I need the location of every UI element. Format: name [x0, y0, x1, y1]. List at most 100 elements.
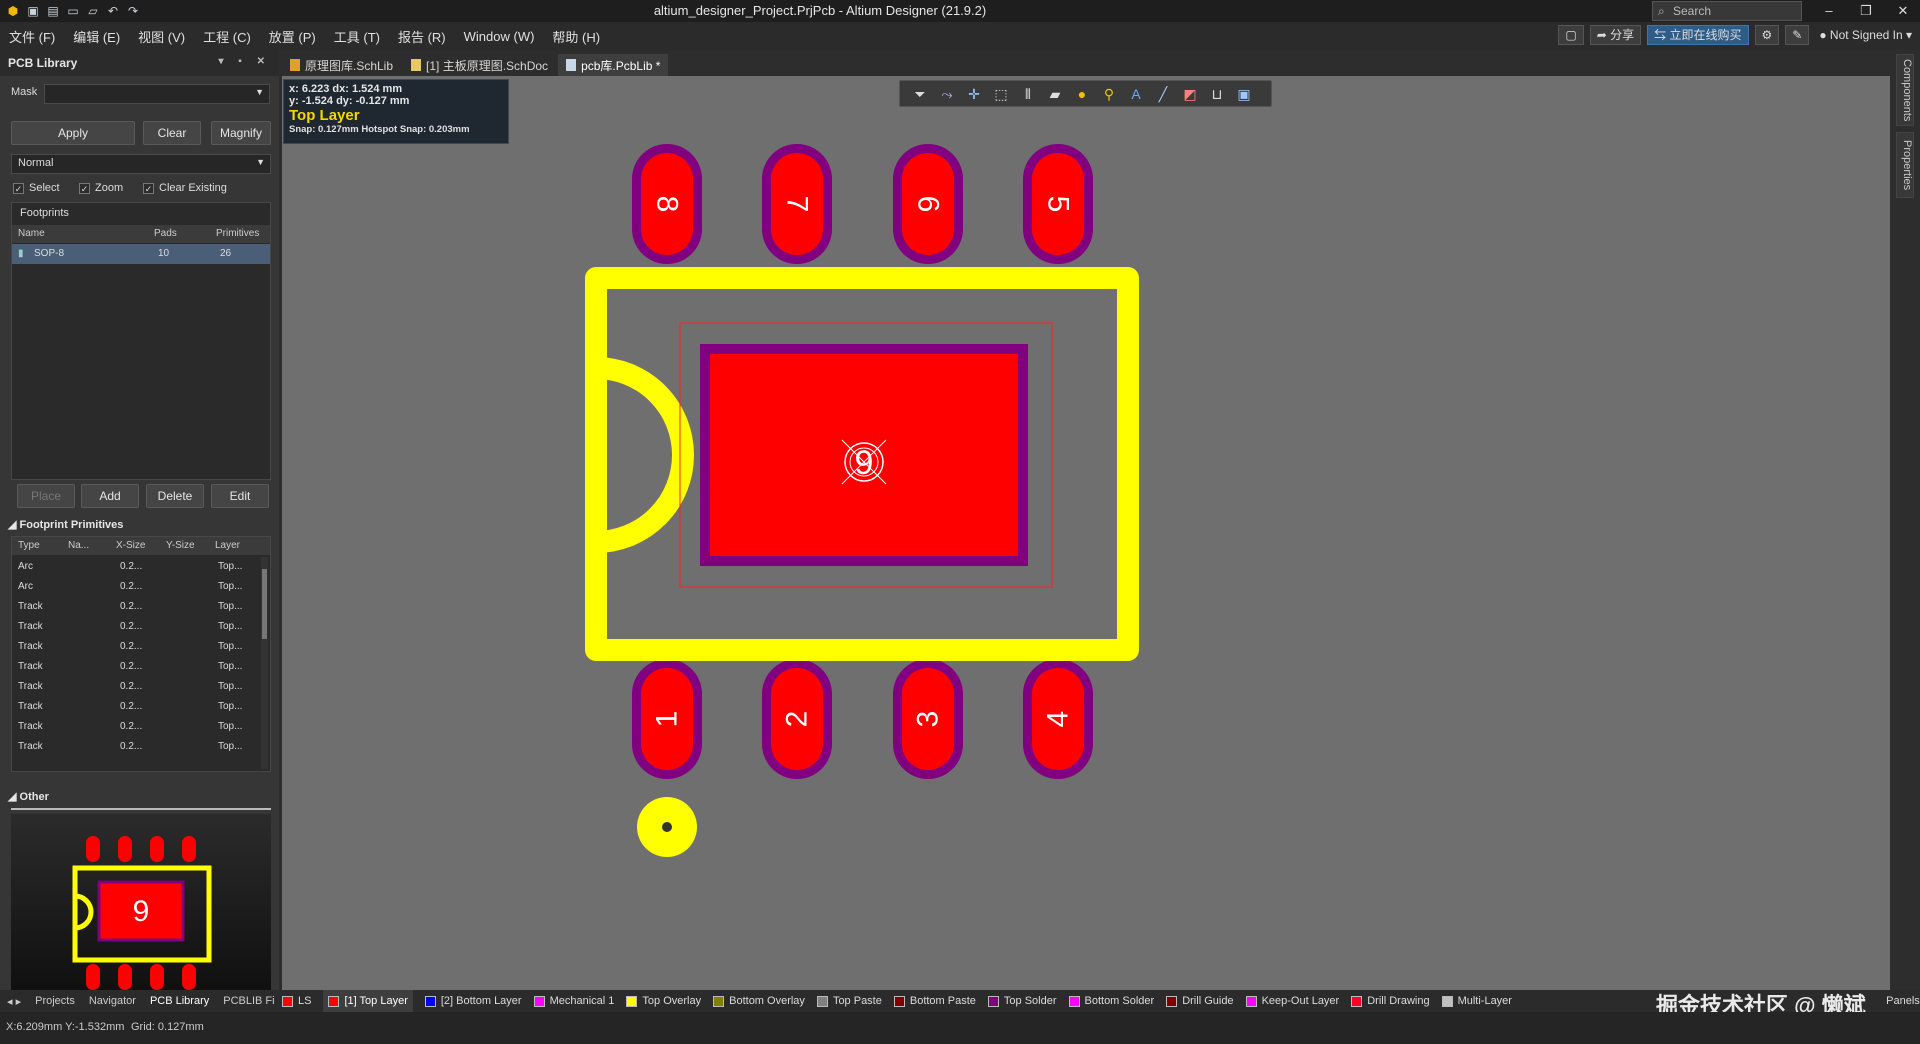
- primitive-row[interactable]: Track 0.2... Top...: [12, 697, 270, 717]
- minimize-button[interactable]: –: [1812, 0, 1846, 22]
- title-bar: ⬢ ▣ ▤ ▭ ▱ ↶ ↷ altium_designer_Project.Pr…: [0, 0, 1920, 22]
- pad[interactable]: 2: [762, 659, 832, 779]
- buy-online-button[interactable]: ⇆ 立即在线购买: [1647, 25, 1749, 45]
- menu-tools[interactable]: 工具 (T): [325, 27, 389, 46]
- layer-tab[interactable]: Top Solder: [987, 990, 1057, 1012]
- primitive-row[interactable]: Track 0.2... Top...: [12, 717, 270, 737]
- magnify-button[interactable]: Magnify: [211, 121, 271, 145]
- menu-reports[interactable]: 报告 (R): [389, 27, 455, 46]
- footprint-primitives-section[interactable]: ◢ Footprint Primitives: [0, 514, 279, 534]
- tab-pcb-library[interactable]: PCB Library: [143, 995, 216, 1007]
- zoom-checkbox[interactable]: ✓ Zoom: [79, 182, 123, 194]
- place-button[interactable]: Place: [17, 484, 75, 508]
- primitives-header: Type Na... X-Size Y-Size Layer: [12, 537, 270, 555]
- layer-tab[interactable]: LS: [282, 990, 311, 1012]
- col-primitives[interactable]: Primitives: [216, 228, 259, 239]
- pcb-canvas[interactable]: x: 6.223 dx: 1.524 mm y: -1.524 dy: -0.1…: [282, 76, 1890, 990]
- clear-button[interactable]: Clear: [143, 121, 201, 145]
- user-account-button[interactable]: ● Not Signed In ▾: [1815, 28, 1916, 42]
- menu-edit[interactable]: 编辑 (E): [64, 27, 129, 46]
- layer-tab[interactable]: Drill Guide: [1166, 990, 1234, 1012]
- filter-mode-select[interactable]: Normal ▼: [11, 154, 271, 174]
- layer-tab[interactable]: Bottom Solder: [1068, 990, 1154, 1012]
- tab-navigator[interactable]: Navigator: [82, 995, 143, 1007]
- layer-tab[interactable]: Bottom Paste: [893, 990, 976, 1012]
- menu-help[interactable]: 帮助 (H): [543, 27, 609, 46]
- footprint-row[interactable]: ▮ SOP-8 10 26: [12, 244, 270, 264]
- primitive-row[interactable]: Arc 0.2... Top...: [12, 577, 270, 597]
- user-label: Not Signed In: [1829, 28, 1903, 42]
- add-button[interactable]: Add: [81, 484, 139, 508]
- menu-window[interactable]: Window (W): [455, 29, 544, 44]
- pad[interactable]: 7: [762, 144, 832, 264]
- pad[interactable]: 8: [632, 144, 702, 264]
- mask-input[interactable]: ▼: [44, 84, 270, 104]
- maximize-button[interactable]: ❐: [1849, 0, 1883, 22]
- layer-name: Top Overlay: [642, 995, 702, 1007]
- col-x-size[interactable]: X-Size: [116, 540, 145, 551]
- search-input[interactable]: ⌕ Search: [1652, 1, 1802, 21]
- col-y-size[interactable]: Y-Size: [166, 540, 195, 551]
- primitive-row[interactable]: Track 0.2... Top...: [12, 617, 270, 637]
- layer-name: Top Paste: [832, 995, 882, 1007]
- panel-controls[interactable]: ▾ ▪ ✕: [219, 56, 272, 67]
- clear-existing-checkbox[interactable]: ✓ Clear Existing: [143, 182, 227, 194]
- tab-nav-arrows[interactable]: ◂ ▸: [0, 995, 28, 1008]
- tab-pcblib-filter[interactable]: PCBLIB Fi: [216, 995, 281, 1007]
- layer-tab[interactable]: Bottom Overlay: [713, 990, 805, 1012]
- col-type[interactable]: Type: [18, 540, 40, 551]
- pad[interactable]: 5: [1023, 144, 1093, 264]
- tab-properties[interactable]: Properties: [1896, 132, 1914, 198]
- pad[interactable]: 1: [632, 659, 702, 779]
- primitive-row[interactable]: Track 0.2... Top...: [12, 637, 270, 657]
- tab-schlib[interactable]: 原理图库.SchLib: [282, 54, 401, 76]
- menu-view[interactable]: 视图 (V): [129, 27, 194, 46]
- tab-schdoc[interactable]: [1] 主板原理图.SchDoc: [403, 54, 556, 76]
- edit-button[interactable]: Edit: [211, 484, 269, 508]
- col-name[interactable]: Na...: [68, 540, 89, 551]
- extensions-icon[interactable]: ✎: [1785, 25, 1810, 45]
- primitive-x: 0.2...: [120, 621, 143, 632]
- share-button[interactable]: ➦ 分享: [1589, 25, 1642, 45]
- layer-tab[interactable]: Drill Drawing: [1351, 990, 1430, 1012]
- layer-tab[interactable]: [1] Top Layer: [323, 990, 413, 1012]
- layer-tab[interactable]: [2] Bottom Layer: [424, 990, 522, 1012]
- close-button[interactable]: ✕: [1886, 0, 1920, 22]
- tab-projects[interactable]: Projects: [28, 995, 82, 1007]
- primitive-row[interactable]: Track 0.2... Top...: [12, 677, 270, 697]
- layer-tab[interactable]: Top Overlay: [626, 990, 701, 1012]
- layer-color-swatch: [533, 995, 545, 1007]
- col-layer[interactable]: Layer: [215, 540, 240, 551]
- notifications-button[interactable]: ▢: [1558, 25, 1584, 45]
- primitive-row[interactable]: Track 0.2... Top...: [12, 657, 270, 677]
- delete-button[interactable]: Delete: [146, 484, 204, 508]
- select-label: Select: [29, 182, 60, 194]
- primitive-row[interactable]: Arc 0.2... Top...: [12, 557, 270, 577]
- primitive-row[interactable]: Track 0.2... Top...: [12, 597, 270, 617]
- apply-button[interactable]: Apply: [11, 121, 135, 145]
- scrollbar-thumb[interactable]: [262, 569, 267, 639]
- primitive-layer: Top...: [218, 661, 243, 672]
- tab-pcblib[interactable]: pcb库.PcbLib *: [558, 54, 669, 76]
- col-pads[interactable]: Pads: [154, 228, 177, 239]
- pad[interactable]: 4: [1023, 659, 1093, 779]
- layer-tab[interactable]: Top Paste: [816, 990, 882, 1012]
- layer-tab[interactable]: Mechanical 1: [533, 990, 614, 1012]
- layer-tab[interactable]: Keep-Out Layer: [1245, 990, 1339, 1012]
- other-section[interactable]: ◢ Other: [0, 786, 279, 806]
- col-name[interactable]: Name: [18, 228, 45, 239]
- menu-place[interactable]: 放置 (P): [260, 27, 325, 46]
- tab-components[interactable]: Components: [1896, 54, 1914, 126]
- layer-tab[interactable]: Multi-Layer: [1441, 990, 1512, 1012]
- panels-button[interactable]: Panels: [1886, 990, 1920, 1012]
- primitive-row[interactable]: Track 0.2... Top...: [12, 737, 270, 757]
- select-checkbox[interactable]: ✓ Select: [13, 182, 60, 194]
- primitives-scrollbar[interactable]: [261, 557, 268, 769]
- pad[interactable]: 3: [893, 659, 963, 779]
- menu-file[interactable]: 文件 (F): [0, 27, 64, 46]
- pad[interactable]: 6: [893, 144, 963, 264]
- buy-label: 立即在线购买: [1669, 28, 1742, 42]
- settings-icon[interactable]: ⚙: [1754, 25, 1780, 45]
- menu-project[interactable]: 工程 (C): [194, 27, 260, 46]
- primitive-type: Track: [18, 741, 43, 752]
